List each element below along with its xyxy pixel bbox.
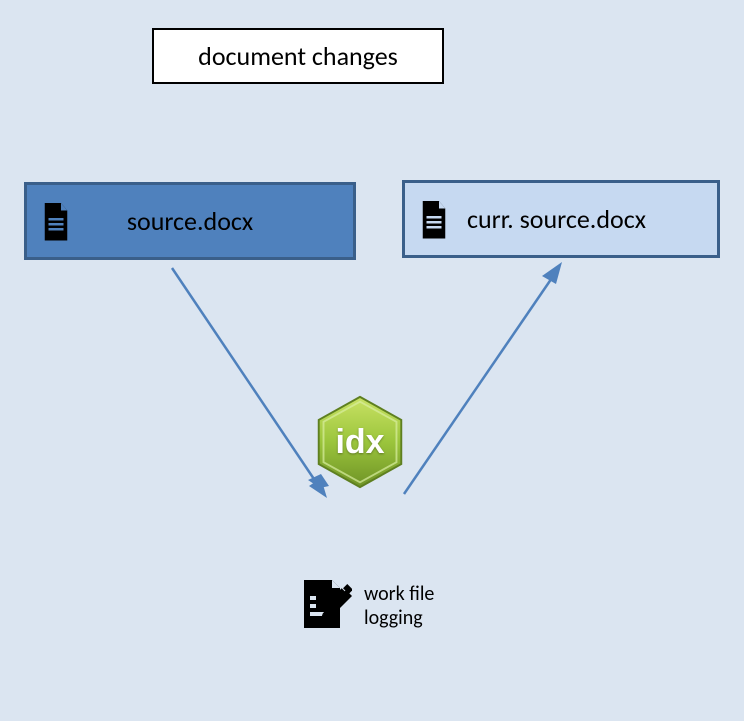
current-source-label: curr. source.docx [467, 203, 646, 235]
arrow-up-icon [404, 262, 562, 494]
source-box: source.docx [24, 182, 356, 260]
idx-badge: idx [312, 394, 408, 490]
document-icon [419, 201, 449, 237]
title-box: document changes [152, 28, 444, 84]
work-file-line2: logging [364, 606, 434, 630]
work-file-logging-label: work file logging [364, 582, 434, 630]
document-icon [41, 203, 71, 239]
current-source-box: curr. source.docx [402, 180, 720, 258]
arrow-down-icon [172, 268, 329, 498]
idx-badge-label: idx [335, 423, 384, 462]
source-label: source.docx [127, 205, 253, 237]
title-text: document changes [198, 40, 398, 72]
work-file-line1: work file [364, 582, 434, 606]
edit-document-icon [296, 576, 352, 632]
